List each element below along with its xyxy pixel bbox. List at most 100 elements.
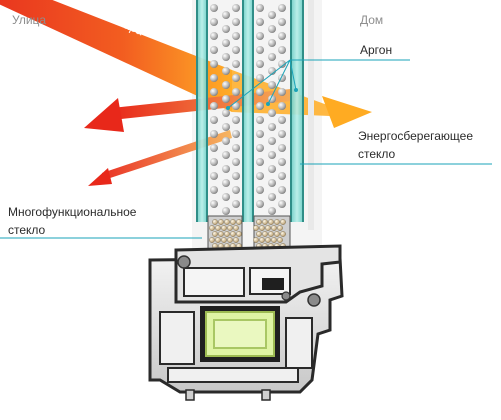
argon-dot-icon bbox=[210, 74, 218, 82]
argon-dot-icon bbox=[256, 186, 264, 194]
argon-dot-icon bbox=[278, 4, 286, 12]
inner-glass-pane bbox=[290, 0, 304, 222]
argon-dot-icon bbox=[268, 81, 276, 89]
argon-dot-icon bbox=[232, 74, 240, 82]
argon-dot-icon bbox=[278, 18, 286, 26]
chamber-1 bbox=[183, 267, 245, 297]
argon-dot-icon bbox=[222, 109, 230, 117]
argon-label: Аргон bbox=[360, 43, 393, 57]
argon-dot-icon bbox=[210, 32, 218, 40]
desiccant-granule-icon bbox=[259, 237, 265, 243]
argon-dot-icon bbox=[222, 165, 230, 173]
argon-dot-icon bbox=[268, 193, 276, 201]
desiccant-granule-icon bbox=[277, 225, 283, 231]
argon-dot-icon bbox=[278, 32, 286, 40]
chamber-lower-left bbox=[159, 311, 195, 365]
argon-dot-icon bbox=[210, 116, 218, 124]
argon-dot-icon bbox=[232, 102, 240, 110]
argon-dot-icon bbox=[222, 67, 230, 75]
argon-dot-icon bbox=[278, 144, 286, 152]
argon-dot-icon bbox=[278, 158, 286, 166]
argon-dot-icon bbox=[268, 25, 276, 33]
argon-dot-icon bbox=[278, 200, 286, 208]
argon-dot-icon bbox=[256, 144, 264, 152]
desiccant-granule-icon bbox=[280, 219, 286, 225]
argon-dot-icon bbox=[222, 193, 230, 201]
energy-glass-label-line1: Энергосберегающее bbox=[358, 129, 474, 143]
desiccant-granule-icon bbox=[227, 237, 233, 243]
argon-dot-icon bbox=[278, 46, 286, 54]
argon-dot-icon bbox=[210, 46, 218, 54]
argon-dot-icon bbox=[222, 39, 230, 47]
argon-dot-icon bbox=[268, 137, 276, 145]
argon-dot-icon bbox=[256, 116, 264, 124]
desiccant-granule-icon bbox=[256, 231, 262, 237]
argon-dot-icon bbox=[210, 186, 218, 194]
desiccant-granule-icon bbox=[259, 225, 265, 231]
desiccant-granule-icon bbox=[262, 219, 268, 225]
desiccant-granule-icon bbox=[236, 231, 242, 237]
desiccant-granule-icon bbox=[218, 231, 224, 237]
argon-dot-icon bbox=[232, 116, 240, 124]
desiccant-granule-icon bbox=[212, 219, 218, 225]
argon-dot-icon bbox=[232, 46, 240, 54]
argon-dot-icon bbox=[278, 102, 286, 110]
argon-dot-icon bbox=[232, 200, 240, 208]
desiccant-granule-icon bbox=[221, 225, 227, 231]
gasket-sash-icon bbox=[281, 291, 291, 301]
argon-dot-icon bbox=[222, 25, 230, 33]
desiccant-granule-icon bbox=[280, 231, 286, 237]
argon-dot-icon bbox=[256, 200, 264, 208]
argon-dot-icon bbox=[268, 53, 276, 61]
argon-dot-icon bbox=[222, 151, 230, 159]
street-label: Улица bbox=[12, 13, 47, 27]
desiccant-granule-icon bbox=[256, 219, 262, 225]
desiccant-granule-icon bbox=[268, 219, 274, 225]
argon-dot-icon bbox=[256, 32, 264, 40]
desiccant-granule-icon bbox=[227, 225, 233, 231]
argon-dot-icon bbox=[222, 81, 230, 89]
argon-dot-icon bbox=[256, 130, 264, 138]
desiccant-granule-icon bbox=[253, 237, 259, 243]
desiccant-granule-icon bbox=[262, 231, 268, 237]
argon-dot-icon bbox=[210, 200, 218, 208]
argon-dot-icon bbox=[268, 179, 276, 187]
desiccant-granule-icon bbox=[215, 237, 221, 243]
desiccant-granule-icon bbox=[274, 231, 280, 237]
desiccant-granule-icon bbox=[271, 225, 277, 231]
argon-dot-icon bbox=[278, 186, 286, 194]
argon-dot-icon bbox=[232, 4, 240, 12]
argon-dot-icon bbox=[268, 151, 276, 159]
argon-dot-icon bbox=[256, 88, 264, 96]
argon-dot-icon bbox=[256, 4, 264, 12]
argon-dot-icon bbox=[256, 46, 264, 54]
multi-glass-label-line2: стекло bbox=[8, 223, 46, 237]
chamber-3 bbox=[262, 278, 284, 290]
desiccant-granule-icon bbox=[277, 237, 283, 243]
argon-dot-icon bbox=[210, 144, 218, 152]
argon-dot-icon bbox=[256, 102, 264, 110]
desiccant-granule-icon bbox=[236, 219, 242, 225]
argon-dot-icon bbox=[222, 53, 230, 61]
desiccant-granule-icon bbox=[233, 225, 239, 231]
multi-glass-label-line1: Многофункциональное bbox=[8, 205, 137, 219]
argon-dot-icon bbox=[232, 172, 240, 180]
chamber-bottom bbox=[167, 367, 299, 383]
argon-dot-icon bbox=[268, 165, 276, 173]
desiccant-granule-icon bbox=[218, 219, 224, 225]
argon-dot-icon bbox=[268, 11, 276, 19]
desiccant-granule-icon bbox=[253, 225, 259, 231]
argon-dot-icon bbox=[232, 144, 240, 152]
argon-dot-icon bbox=[222, 137, 230, 145]
home-label: Дом bbox=[360, 13, 384, 27]
argon-dot-icon bbox=[232, 18, 240, 26]
argon-dot-icon bbox=[268, 109, 276, 117]
desiccant-granule-icon bbox=[221, 237, 227, 243]
desiccant-granule-icon bbox=[224, 231, 230, 237]
argon-dot-icon bbox=[210, 4, 218, 12]
argon-dot-icon bbox=[256, 158, 264, 166]
argon-dot-icon bbox=[210, 172, 218, 180]
argon-dot-icon bbox=[232, 60, 240, 68]
argon-dot-icon bbox=[278, 172, 286, 180]
desiccant-granule-icon bbox=[212, 231, 218, 237]
